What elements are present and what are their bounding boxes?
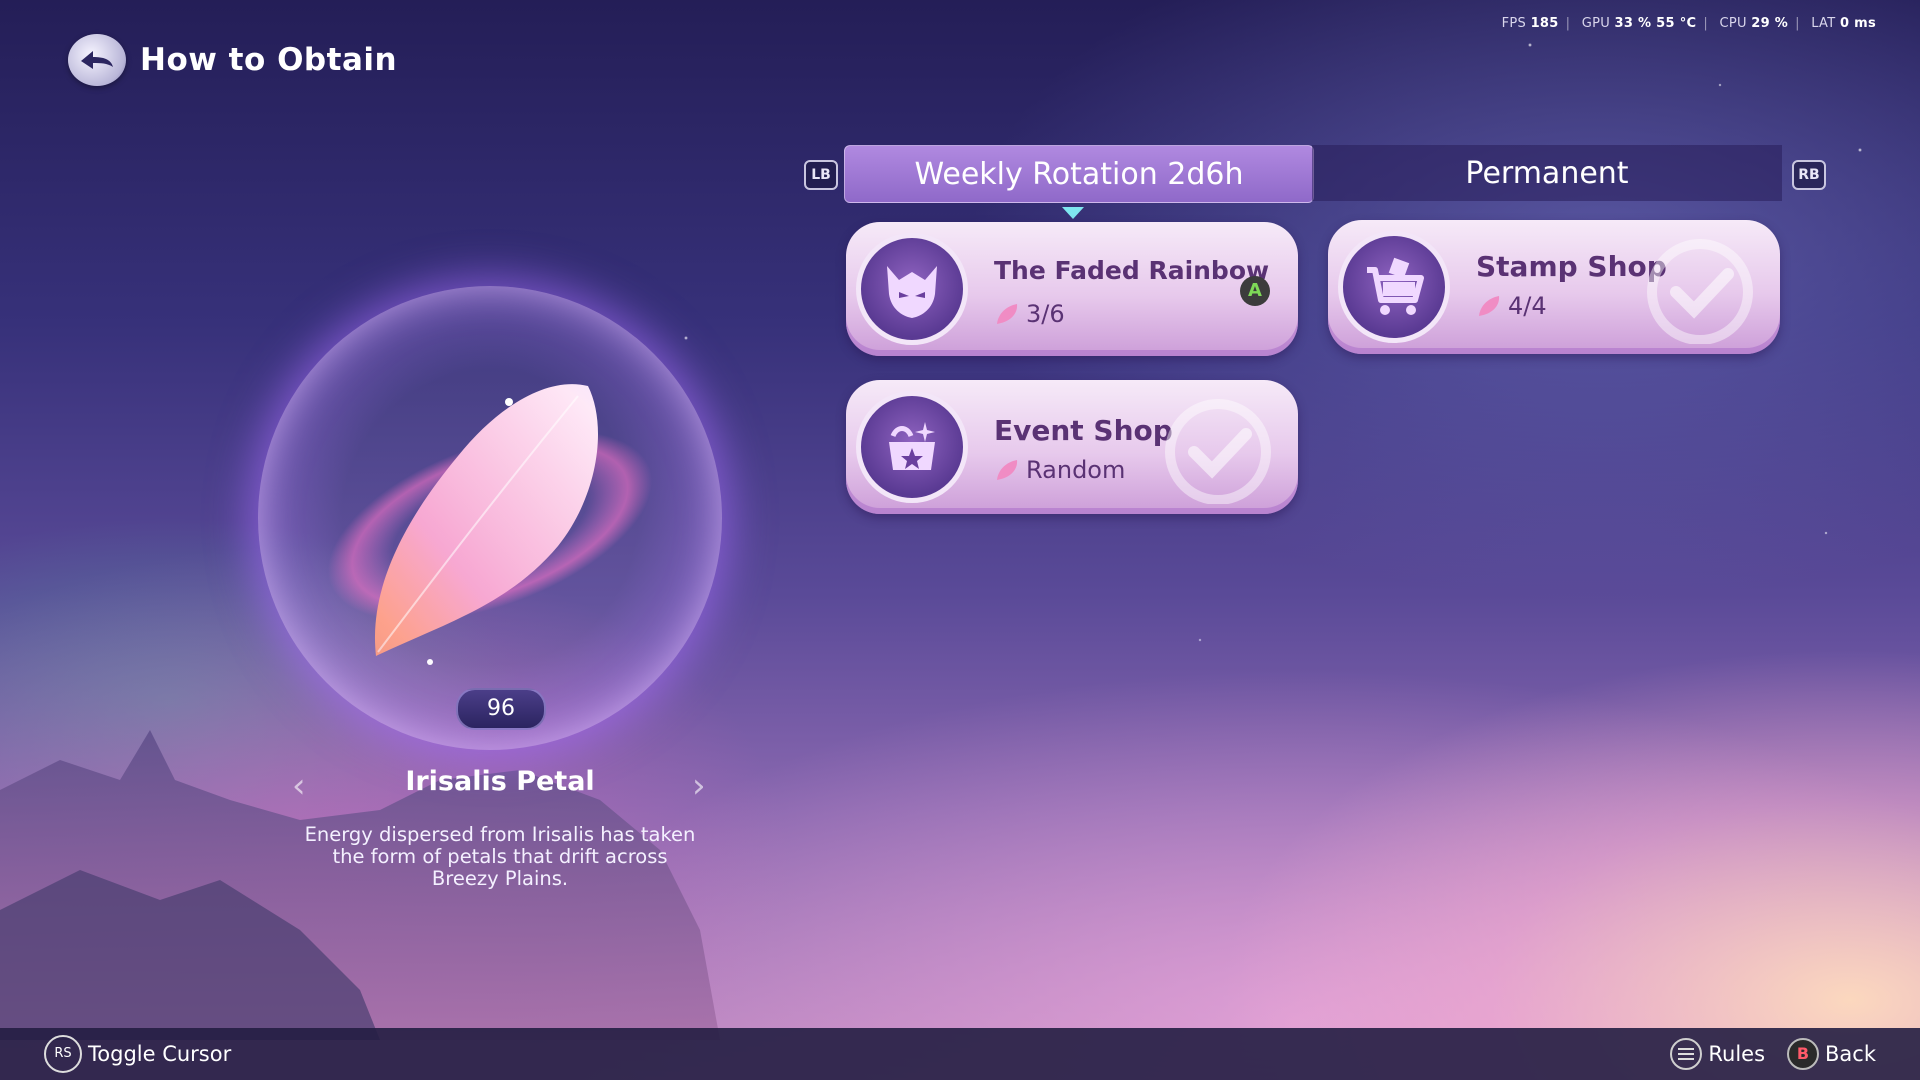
source-tabs: LB Weekly Rotation 2d6h Permanent RB [800,143,1830,203]
demon-mask-icon [856,233,968,345]
a-button[interactable]: A [1240,276,1270,306]
toggle-cursor-label[interactable]: Toggle Cursor [88,1042,231,1066]
page-title: How to Obtain [140,42,398,78]
back-button[interactable]: Back [1825,1042,1876,1066]
source-progress: 4/4 [1508,292,1547,320]
item-orb [258,286,722,750]
petal-icon [997,460,1018,480]
source-progress: 3/6 [1026,300,1065,328]
rules-button[interactable]: Rules [1708,1042,1765,1066]
source-card-faded-rainbow[interactable]: The Faded Rainbow 3/6 A [846,222,1298,356]
shopping-cart-icon [1338,231,1450,343]
gift-basket-icon [856,391,968,503]
completed-check-icon [1165,399,1271,504]
source-name: Event Shop [994,414,1173,447]
petal-icon [997,304,1018,324]
tab-selection-marker-icon [1062,207,1084,219]
bottom-bar: RS Toggle Cursor Rules B Back [0,1028,1920,1080]
source-card-event-shop[interactable]: Event Shop Random [846,380,1298,514]
tab-weekly-rotation[interactable]: Weekly Rotation 2d6h [844,145,1314,203]
menu-icon[interactable] [1670,1038,1703,1070]
rs-button[interactable]: RS [44,1035,82,1073]
b-button[interactable]: B [1787,1038,1820,1070]
source-name: The Faded Rainbow [994,256,1270,285]
lb-button[interactable]: LB [804,160,838,190]
page-header: How to Obtain [68,34,397,86]
completed-check-icon [1647,239,1753,344]
petal-icon [1479,296,1500,316]
rb-button[interactable]: RB [1792,160,1826,190]
source-name: Stamp Shop [1476,250,1667,283]
tab-permanent[interactable]: Permanent [1312,145,1782,201]
item-count: 96 [456,688,546,730]
item-name: Irisalis Petal [405,766,595,797]
back-arrow-button[interactable] [68,34,126,86]
return-arrow-icon [81,51,113,69]
source-progress: Random [1026,456,1126,484]
source-card-stamp-shop[interactable]: Stamp Shop 4/4 [1328,220,1780,354]
performance-overlay: FPS 185 | GPU 33 % 55 °C | CPU 29 % | LAT 0… [1501,16,1876,31]
item-description: Energy dispersed from Irisalis has taken… [304,823,696,890]
next-item-arrow-icon[interactable]: › [692,766,706,806]
